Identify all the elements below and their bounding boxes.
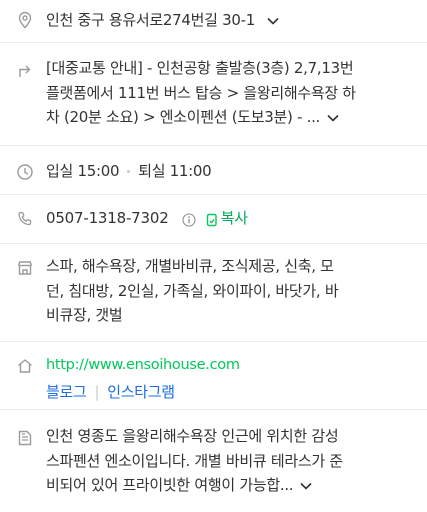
chevron-down-icon[interactable]: [266, 16, 280, 26]
info-icon[interactable]: [182, 212, 196, 227]
phone-number[interactable]: 0507-1318-7302: [46, 209, 169, 227]
address-row[interactable]: 인천 중구 용유서로274번길 30-1: [0, 0, 427, 43]
hours-row: 입실 15:00 퇴실 11:00: [0, 146, 427, 195]
link-divider: |: [94, 382, 100, 401]
checkout-time: 퇴실 11:00: [138, 162, 212, 180]
address-text: 인천 중구 용유서로274번길 30-1: [46, 11, 255, 29]
chevron-down-icon[interactable]: [299, 481, 313, 491]
transport-line: 플랫폼에서 111번 버스 탑승 > 을왕리해수욕장 하: [46, 83, 356, 102]
copy-icon: [205, 212, 219, 226]
transport-line: 차 (20분 소요) > 엔소이펜션 (도보3분) - ...: [46, 108, 321, 126]
description-line: 인천 영종도 을왕리해수욕장 인근에 위치한 감성: [46, 427, 339, 445]
description-line: 스파펜션 엔소이입니다. 개별 바비큐 테라스가 준: [46, 451, 343, 470]
website-link[interactable]: http://www.ensoihouse.com: [46, 353, 411, 378]
copy-button[interactable]: 복사: [205, 208, 248, 227]
store-icon: [16, 259, 34, 277]
home-icon: [16, 357, 34, 375]
location-pin-icon: [16, 11, 34, 29]
website-row: http://www.ensoihouse.com 블로그 | 인스타그램: [0, 342, 427, 410]
phone-row: 0507-1318-7302 복사: [0, 195, 427, 244]
chevron-down-icon[interactable]: [326, 113, 340, 123]
facilities-row: 스파, 해수욕장, 개별바비큐, 조식제공, 신축, 모 던, 침대방, 2인실…: [0, 244, 427, 342]
facilities-line: 비큐장, 갯벌: [46, 306, 123, 324]
transport-row[interactable]: [대중교통 안내] - 인천공항 출발층(3층) 2,7,13번 플랫폼에서 1…: [0, 43, 427, 146]
document-icon: [16, 429, 34, 447]
description-row[interactable]: 인천 영종도 을왕리해수욕장 인근에 위치한 감성 스파펜션 엔소이입니다. 개…: [0, 410, 427, 510]
separator-dot: [127, 170, 131, 173]
transport-line: [대중교통 안내] - 인천공항 출발층(3층) 2,7,13번: [46, 59, 354, 77]
facilities-line: 던, 침대방, 2인실, 가족실, 와이파이, 바닷가, 바: [46, 281, 339, 300]
instagram-link[interactable]: 인스타그램: [107, 383, 175, 401]
blog-link[interactable]: 블로그: [46, 383, 87, 401]
copy-label: 복사: [220, 209, 248, 227]
facilities-line: 스파, 해수욕장, 개별바비큐, 조식제공, 신축, 모: [46, 257, 334, 275]
description-line: 비되어 있어 프라이빗한 여행이 가능합...: [46, 476, 294, 494]
clock-icon: [16, 163, 34, 181]
directions-arrow-icon: [16, 61, 34, 79]
checkin-time: 입실 15:00: [46, 162, 120, 180]
phone-icon: [16, 210, 34, 228]
place-info-list: 인천 중구 용유서로274번길 30-1 [대중교통 안내] - 인천공항 출발…: [0, 0, 427, 510]
